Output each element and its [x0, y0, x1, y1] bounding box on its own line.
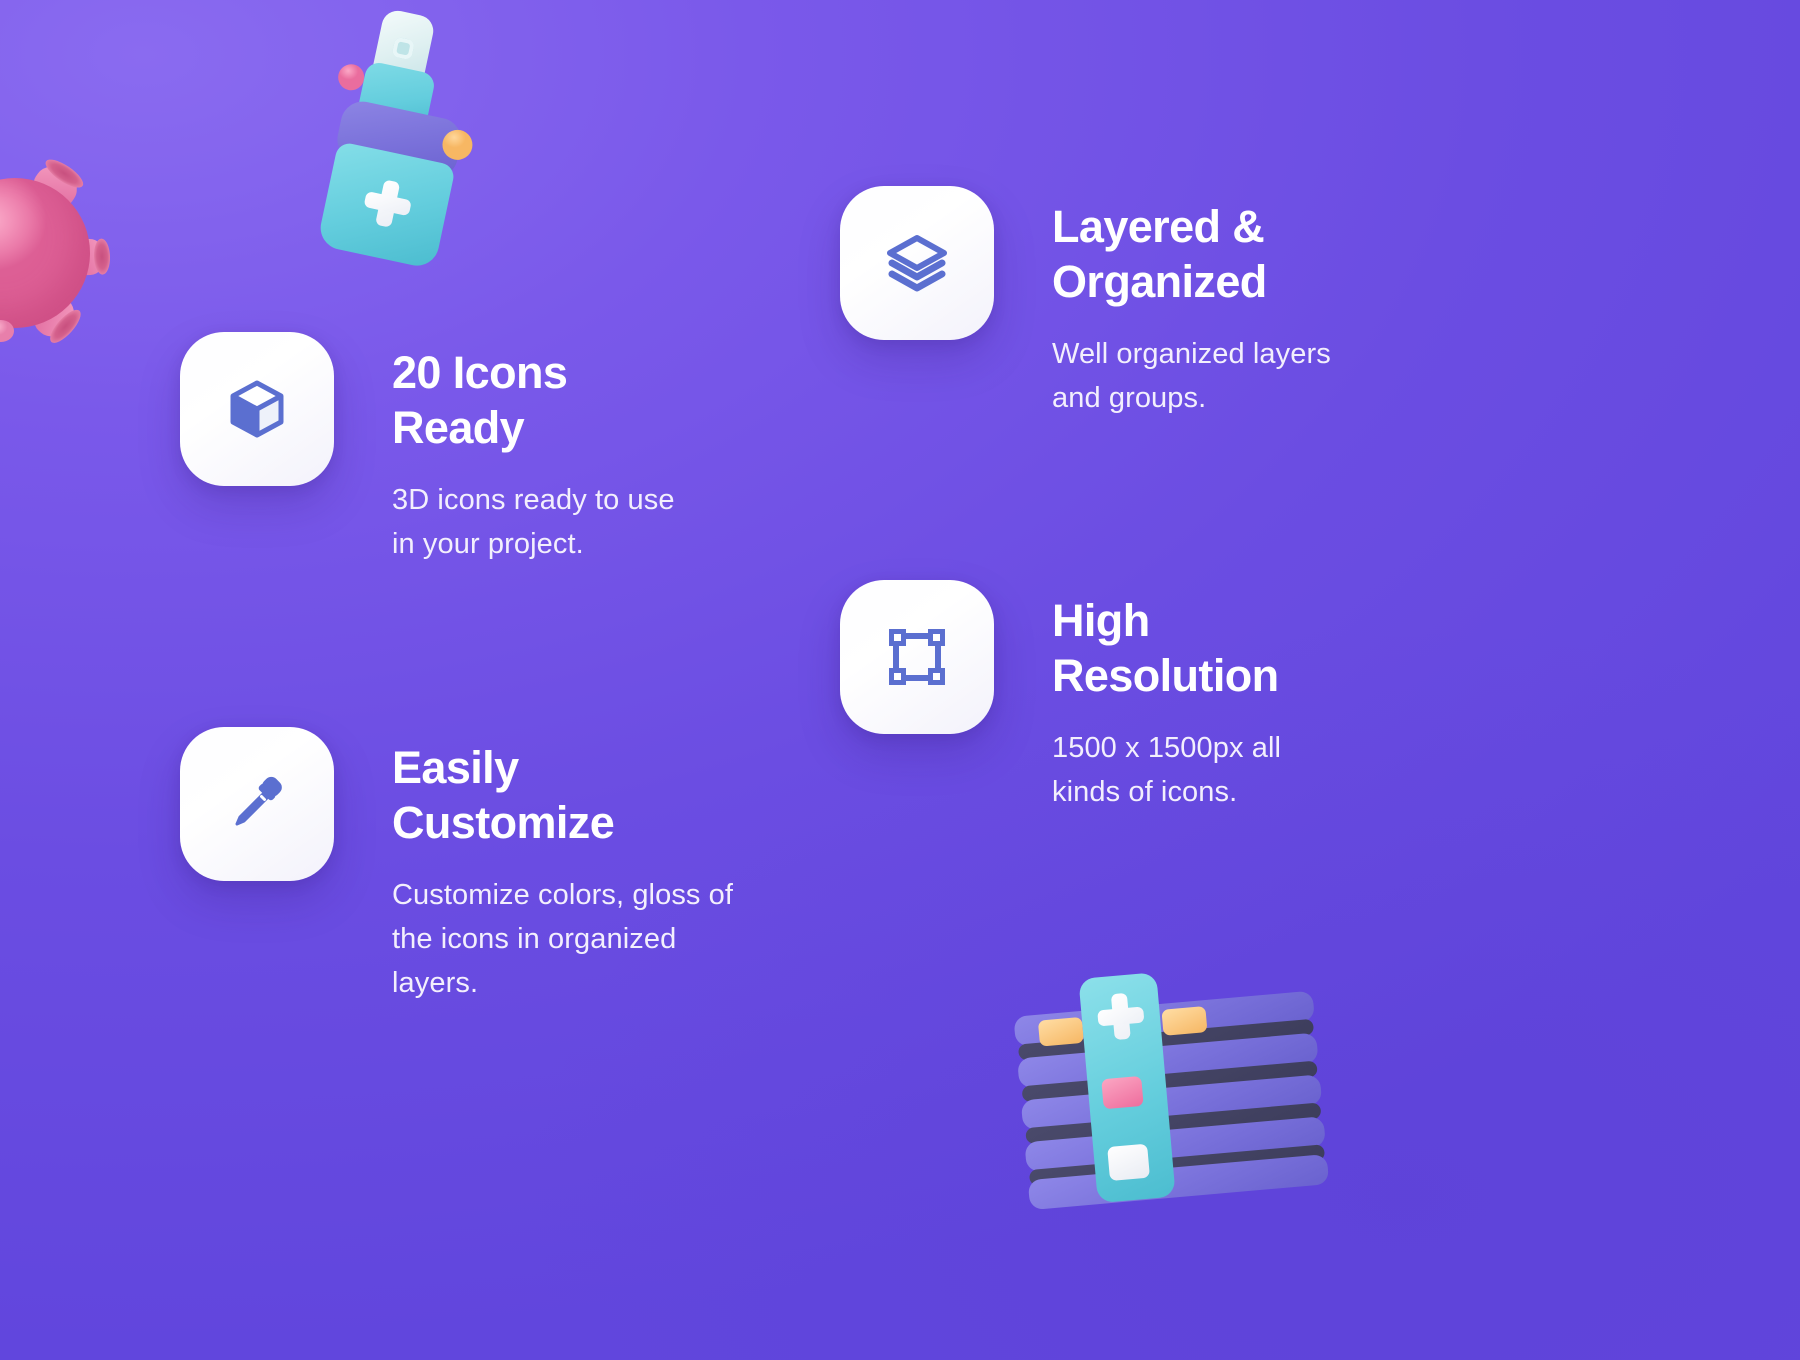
feature-icon-tile-easily-customize[interactable] [180, 727, 334, 881]
feature-icon-tile-layered-organized[interactable] [840, 186, 994, 340]
feature-title: Easily Customize [392, 742, 615, 848]
layers-icon [886, 232, 948, 294]
feature-icon-tile-icons-ready[interactable] [180, 332, 334, 486]
feature-description: 3D icons ready to use in your project. [392, 483, 675, 560]
feature-icon-tile-high-resolution[interactable] [840, 580, 994, 734]
eyedropper-icon [227, 774, 287, 834]
feature-description: Well organized layers and groups. [1052, 337, 1331, 414]
feature-text-high-resolution: High Resolution 1500 x 1500px all kinds … [1052, 580, 1281, 814]
feature-title: Layered & Organized [1052, 201, 1267, 307]
feature-easily-customize: Easily Customize Customize colors, gloss… [180, 727, 733, 1005]
feature-text-layered-organized: Layered & Organized Well organized layer… [1052, 186, 1331, 420]
feature-description: Customize colors, gloss of the icons in … [392, 878, 734, 999]
feature-text-icons-ready: 20 Icons Ready 3D icons ready to use in … [392, 332, 675, 566]
feature-title: 20 Icons Ready [392, 347, 568, 453]
feature-description: 1500 x 1500px all kinds of icons. [1052, 731, 1282, 808]
transform-box-icon [887, 627, 947, 687]
feature-text-easily-customize: Easily Customize Customize colors, gloss… [392, 727, 733, 1005]
feature-layered-organized: Layered & Organized Well organized layer… [840, 186, 1331, 420]
cube-icon [225, 377, 289, 441]
feature-icons-ready: 20 Icons Ready 3D icons ready to use in … [180, 332, 675, 566]
feature-high-resolution: High Resolution 1500 x 1500px all kinds … [840, 580, 1281, 814]
feature-title: High Resolution [1052, 595, 1279, 701]
